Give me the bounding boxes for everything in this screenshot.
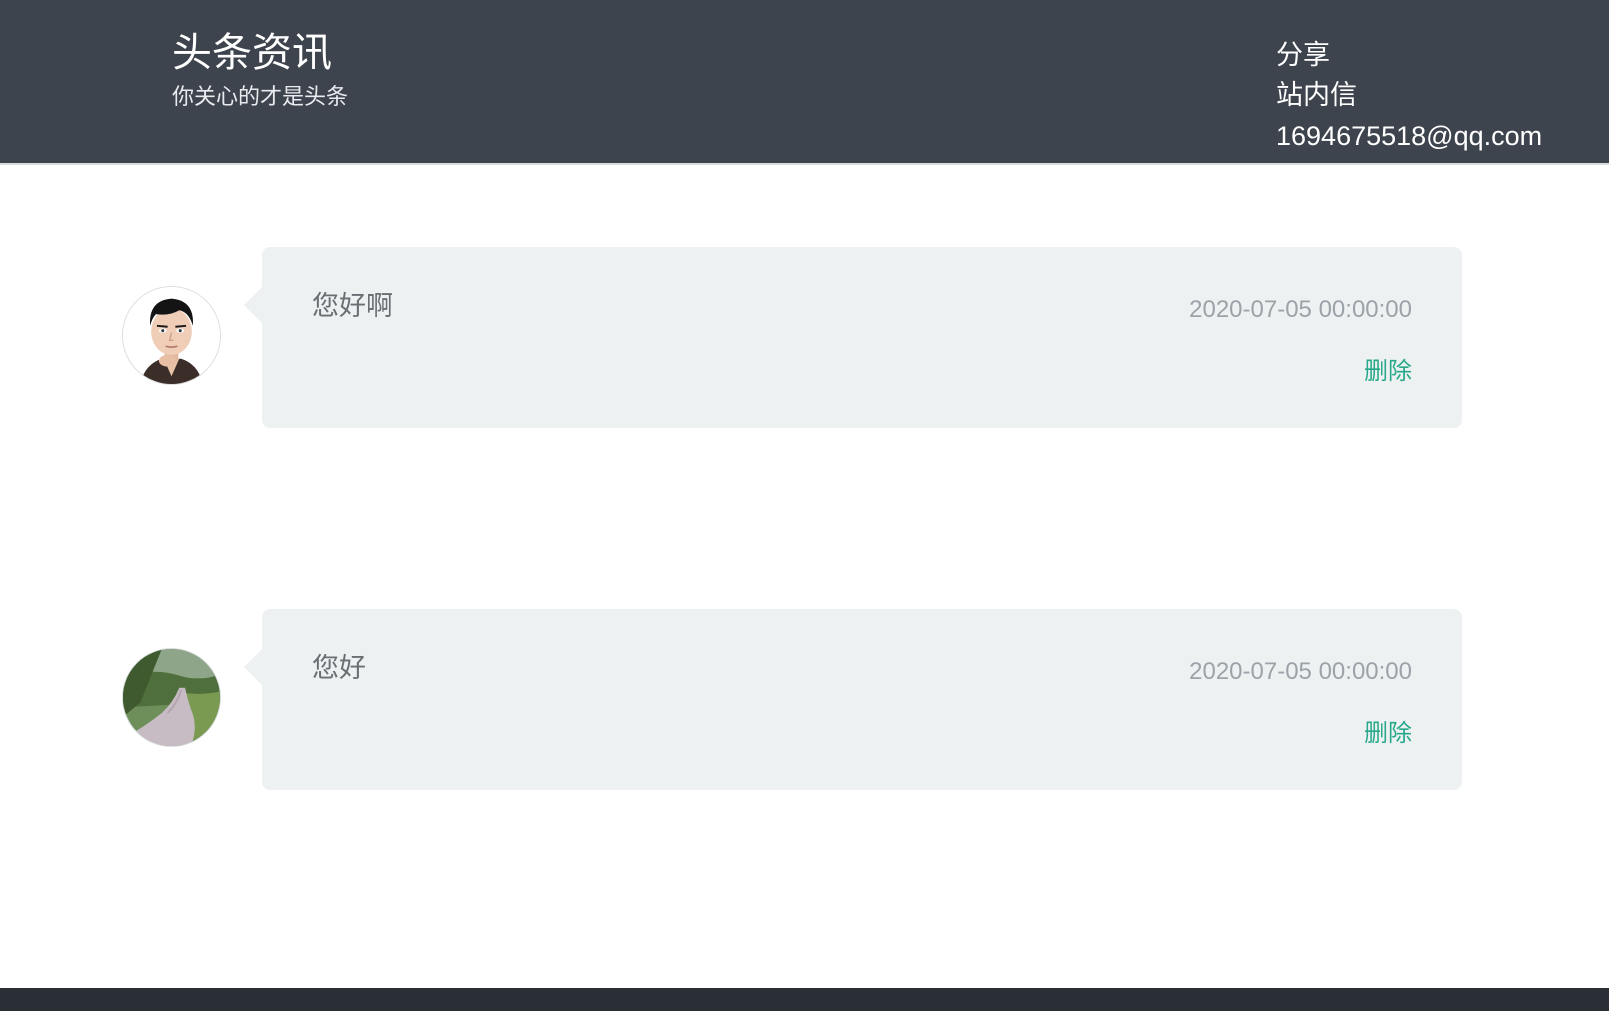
delete-message-link[interactable]: 删除 <box>1364 355 1412 387</box>
nav-user-email-link[interactable]: 1694675518@qq.com <box>1276 116 1542 156</box>
message-bubble: 您好啊 2020-07-05 00:00:00 删除 <box>244 247 1462 428</box>
avatar[interactable] <box>122 286 221 385</box>
site-footer <box>0 988 1609 1011</box>
avatar[interactable] <box>122 648 221 747</box>
country-road-avatar-icon <box>123 649 220 746</box>
message-timestamp: 2020-07-05 00:00:00 <box>1189 658 1412 685</box>
message-item: 您好啊 2020-07-05 00:00:00 删除 <box>0 247 1609 428</box>
site-subtitle: 你关心的才是头条 <box>172 85 349 110</box>
message-item: 您好 2020-07-05 00:00:00 删除 <box>0 609 1609 790</box>
delete-message-link[interactable]: 删除 <box>1364 717 1412 749</box>
message-bubble: 您好 2020-07-05 00:00:00 删除 <box>244 609 1462 790</box>
nav-share-link[interactable]: 分享 <box>1276 36 1542 76</box>
nav-inbox-link[interactable]: 站内信 <box>1276 76 1542 116</box>
message-timestamp: 2020-07-05 00:00:00 <box>1189 296 1412 323</box>
site-header: 头条资讯 你关心的才是头条 分享 站内信 1694675518@qq.com <box>0 0 1609 165</box>
cartoon-man-avatar-icon <box>123 287 220 384</box>
message-text[interactable]: 您好啊 <box>312 289 393 325</box>
message-text[interactable]: 您好 <box>312 651 366 687</box>
top-nav: 分享 站内信 1694675518@qq.com <box>1276 36 1542 156</box>
site-title[interactable]: 头条资讯 <box>172 28 332 78</box>
